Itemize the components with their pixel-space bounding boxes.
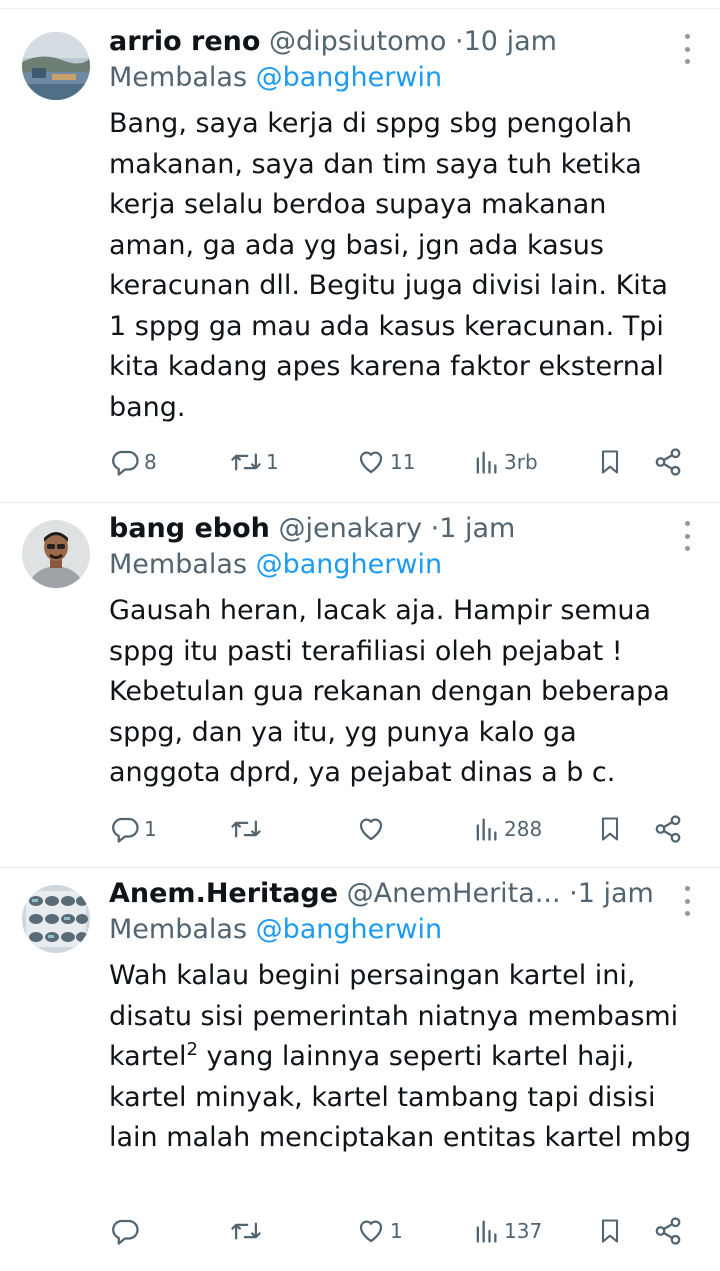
replying-to: Membalas @bangherwin — [109, 62, 443, 93]
view-count: 288 — [504, 817, 543, 841]
reply-icon — [112, 1219, 139, 1245]
view-count: 3rb — [504, 450, 538, 474]
views-button[interactable]: 288 — [472, 814, 542, 844]
share-icon — [655, 1217, 681, 1245]
reply-icon — [112, 450, 139, 476]
reply-mention-link[interactable]: @bangherwin — [256, 914, 442, 945]
share-icon — [655, 448, 681, 476]
reply-tweet-2[interactable]: bang eboh @jenakary ·1 jam Membalas @ban… — [0, 503, 720, 867]
user-handle[interactable]: @AnemHerita... — [347, 878, 561, 909]
more-icon[interactable] — [682, 886, 692, 916]
bookmark-icon — [601, 817, 619, 841]
user-handle[interactable]: @jenakary — [279, 513, 423, 544]
tweet-text: Gausah heran, lacak aja. Hampir semua sp… — [109, 595, 670, 788]
retweet-button[interactable]: 1 — [230, 447, 279, 477]
tweet-header: Anem.Heritage @AnemHerita... ·1 jam — [109, 878, 654, 909]
bookmark-icon — [601, 1219, 619, 1243]
display-name[interactable]: arrio reno — [109, 26, 260, 57]
bookmark-button[interactable] — [596, 1216, 624, 1246]
more-icon[interactable] — [682, 34, 692, 64]
action-bar: 8 1 11 3rb — [0, 447, 720, 487]
tweet-header: arrio reno @dipsiutomo ·10 jam — [109, 26, 557, 57]
display-name[interactable]: Anem.Heritage — [109, 878, 338, 909]
replying-to: Membalas @bangherwin — [109, 549, 443, 580]
like-count: 1 — [390, 1219, 403, 1243]
like-button[interactable]: 1 — [356, 1216, 403, 1246]
tweet-header: bang eboh @jenakary ·1 jam — [109, 513, 516, 544]
avatar[interactable] — [22, 885, 90, 953]
action-bar: 1 137 — [0, 1216, 720, 1256]
views-icon — [476, 451, 497, 474]
retweet-button[interactable] — [230, 1216, 266, 1246]
bookmark-button[interactable] — [596, 814, 624, 844]
display-name[interactable]: bang eboh — [109, 513, 270, 544]
heart-icon — [359, 1220, 383, 1243]
more-icon[interactable] — [682, 521, 692, 551]
views-icon — [476, 1220, 497, 1243]
share-icon — [655, 815, 681, 843]
like-button[interactable]: 11 — [356, 447, 415, 477]
tweet-text: Bang, saya kerja di sppg sbg pengolah ma… — [109, 108, 668, 423]
views-button[interactable]: 137 — [472, 1216, 542, 1246]
superscript: 2 — [186, 1039, 198, 1060]
timestamp[interactable]: 10 jam — [464, 26, 557, 57]
retweet-button[interactable] — [230, 814, 266, 844]
timestamp[interactable]: 1 jam — [439, 513, 515, 544]
replying-to: Membalas @bangherwin — [109, 914, 443, 945]
reply-icon — [112, 817, 139, 843]
retweet-count: 1 — [266, 450, 279, 474]
avatar[interactable] — [22, 32, 90, 100]
share-button[interactable] — [653, 1216, 683, 1246]
like-count: 11 — [390, 450, 416, 474]
view-count: 137 — [504, 1219, 543, 1243]
reply-tweet-1[interactable]: arrio reno @dipsiutomo ·10 jam Membalas … — [0, 0, 720, 502]
views-icon — [476, 818, 497, 841]
tweet-text: Wah kalau begini persaingan kartel ini, … — [109, 960, 692, 1153]
reply-count: 8 — [144, 450, 157, 474]
share-button[interactable] — [653, 814, 683, 844]
bookmark-icon — [601, 450, 619, 474]
avatar[interactable] — [22, 520, 90, 588]
heart-icon — [359, 451, 383, 474]
reply-button[interactable]: 1 — [110, 814, 157, 844]
share-button[interactable] — [653, 447, 683, 477]
retweet-icon — [231, 820, 261, 838]
bookmark-button[interactable] — [596, 447, 624, 477]
timestamp[interactable]: 1 jam — [578, 878, 654, 909]
like-button[interactable] — [356, 814, 390, 844]
reply-mention-link[interactable]: @bangherwin — [256, 549, 442, 580]
retweet-icon — [231, 1222, 261, 1240]
views-button[interactable]: 3rb — [472, 447, 538, 477]
retweet-icon — [231, 453, 261, 471]
reply-count: 1 — [144, 817, 157, 841]
heart-icon — [359, 818, 383, 841]
action-bar: 1 288 — [0, 814, 720, 854]
reply-button[interactable]: 8 — [110, 447, 157, 477]
reply-mention-link[interactable]: @bangherwin — [256, 62, 442, 93]
user-handle[interactable]: @dipsiutomo — [269, 26, 446, 57]
reply-tweet-3[interactable]: Anem.Heritage @AnemHerita... ·1 jam Memb… — [0, 868, 720, 1271]
reply-button[interactable] — [110, 1216, 144, 1246]
